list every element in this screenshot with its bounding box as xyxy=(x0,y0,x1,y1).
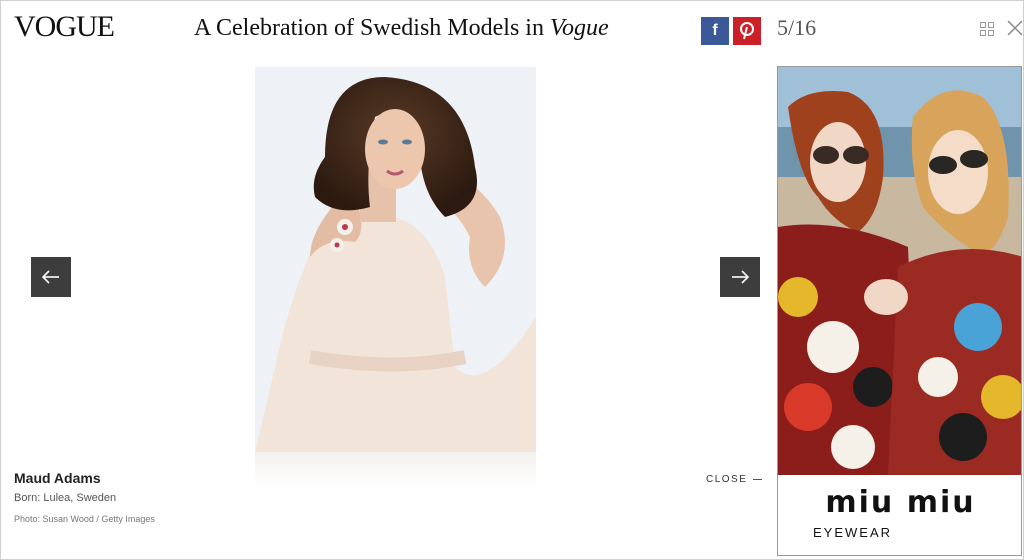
facebook-icon: f xyxy=(712,22,718,39)
close-dash-icon xyxy=(753,479,763,480)
next-slide-button[interactable] xyxy=(720,257,760,297)
arrow-left-icon xyxy=(42,270,59,284)
ad-image xyxy=(778,67,1021,475)
model-birthplace: Born: Lulea, Sweden xyxy=(14,492,117,504)
advertisement[interactable]: miu miu EYEWEAR xyxy=(777,66,1022,556)
model-name: Maud Adams xyxy=(14,470,101,486)
facebook-share-button[interactable]: f xyxy=(701,17,729,45)
vogue-logo[interactable]: VOGUE xyxy=(14,10,115,44)
pinterest-icon xyxy=(740,22,754,40)
gallery-title: A Celebration of Swedish Models in Vogue xyxy=(194,12,609,44)
ad-subline: EYEWEAR xyxy=(813,525,893,540)
gallery-title-italic: Vogue xyxy=(549,15,609,41)
close-icon[interactable] xyxy=(1006,19,1024,37)
photo-reflection xyxy=(255,452,536,488)
close-label: CLOSE xyxy=(706,474,748,485)
grid-view-icon[interactable] xyxy=(980,22,994,36)
slide-counter: 5/16 xyxy=(777,15,817,40)
photo-credit: Photo: Susan Wood / Getty Images xyxy=(14,514,155,524)
model-portrait-image xyxy=(255,67,536,452)
ad-brand-logo: miu miu xyxy=(825,485,976,520)
slide-photo xyxy=(255,67,536,452)
arrow-right-icon xyxy=(732,270,749,284)
previous-slide-button[interactable] xyxy=(31,257,71,297)
gallery-title-plain: A Celebration of Swedish Models in xyxy=(194,15,550,41)
pinterest-share-button[interactable] xyxy=(733,17,761,45)
close-caption-button[interactable]: CLOSE xyxy=(706,474,763,485)
